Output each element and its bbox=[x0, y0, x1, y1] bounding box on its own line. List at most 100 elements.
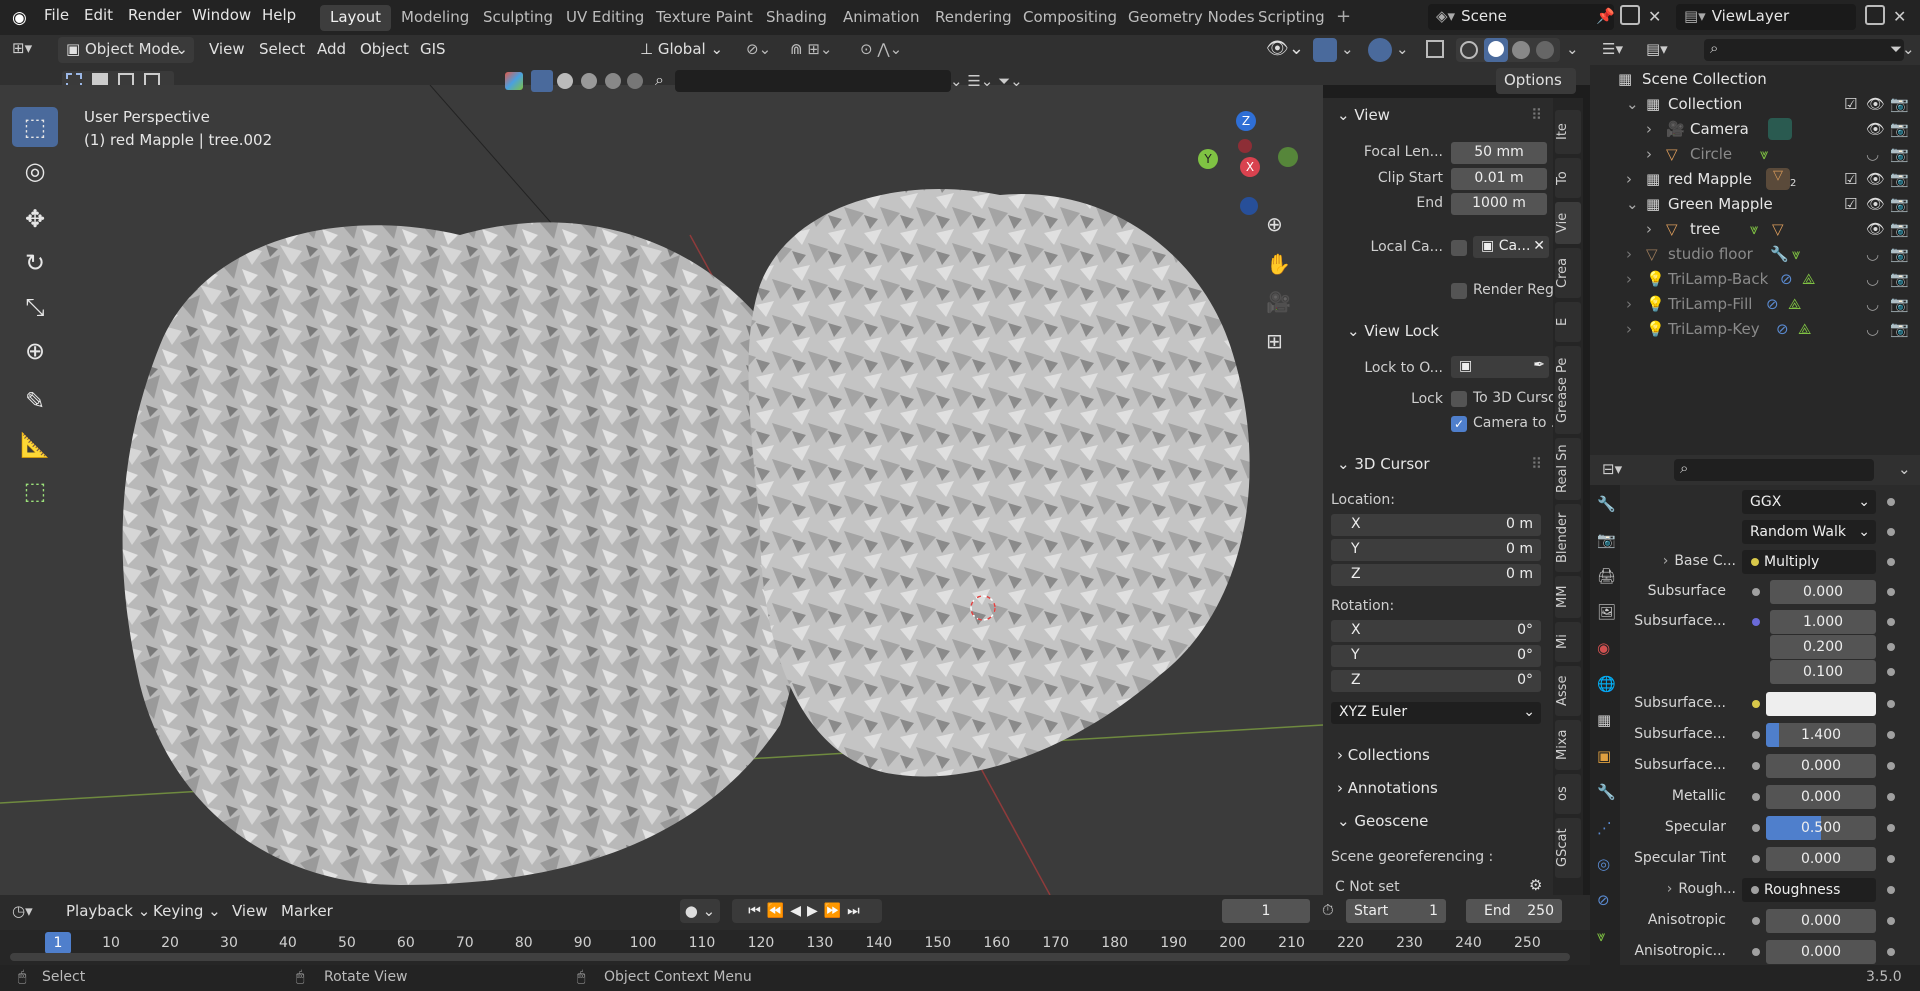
tab-grease-pencil[interactable]: Grease Pe bbox=[1555, 346, 1581, 434]
mesh-data-icon[interactable]: ⩔ bbox=[1750, 220, 1758, 238]
menu-select[interactable]: Select bbox=[259, 40, 305, 58]
menu-file[interactable]: File bbox=[44, 6, 69, 24]
mesh-object-icon[interactable]: ▽ bbox=[1766, 168, 1790, 190]
clip-start-field[interactable]: 0.01 m bbox=[1451, 168, 1547, 190]
to-3d-cursor-checkbox[interactable] bbox=[1451, 391, 1467, 407]
expand-arrow-icon[interactable]: › bbox=[1626, 170, 1632, 188]
current-frame-field[interactable]: 1 bbox=[1222, 899, 1310, 923]
camera-render-icon[interactable]: 📷 bbox=[1890, 170, 1909, 188]
tab-os[interactable]: os bbox=[1555, 774, 1581, 814]
camera-render-icon[interactable]: 📷 bbox=[1890, 320, 1909, 338]
camera-render-icon[interactable]: 📷 bbox=[1890, 220, 1909, 238]
add-cube-tool[interactable]: ⬚ bbox=[12, 471, 58, 511]
specular-tint-field[interactable]: 0.000 bbox=[1766, 847, 1876, 871]
viewlayer-selector[interactable]: ▤▾ ViewLayer bbox=[1676, 4, 1856, 30]
tab-compositing[interactable]: Compositing bbox=[1013, 5, 1127, 31]
physics-tab-icon[interactable]: ◎ bbox=[1597, 855, 1610, 873]
subsurface-color-swatch[interactable] bbox=[1766, 692, 1876, 716]
keyframe-dot[interactable] bbox=[1887, 793, 1895, 801]
solid-icon[interactable] bbox=[531, 70, 553, 92]
anisotropic-field[interactable]: 0.000 bbox=[1766, 909, 1876, 933]
tab-uv-editing[interactable]: UV Editing bbox=[556, 5, 654, 31]
menu-view[interactable]: View bbox=[209, 40, 245, 58]
menu-window[interactable]: Window bbox=[192, 6, 251, 24]
tab-scripting[interactable]: Scripting bbox=[1248, 5, 1335, 31]
outliner-row-circle[interactable]: › ▽ Circle ⩔ ◡ 📷 bbox=[1590, 143, 1920, 168]
expand-arrow-icon[interactable]: › bbox=[1646, 220, 1652, 238]
expand-arrow-icon[interactable]: › bbox=[1626, 295, 1632, 313]
filter-dropdown-icon[interactable]: ⌄ ☰⌄ ⏷⌄ bbox=[950, 72, 1023, 90]
gizmo-toggle-icon[interactable] bbox=[1313, 38, 1337, 62]
cursor-location-y[interactable]: Y 0 m bbox=[1331, 539, 1541, 561]
local-camera-checkbox[interactable] bbox=[1451, 240, 1467, 256]
tab-mixamo[interactable]: Mixa bbox=[1555, 720, 1581, 770]
perspective-toggle-icon[interactable]: ⊞ bbox=[1266, 329, 1283, 353]
pan-hand-icon[interactable]: ✋ bbox=[1266, 252, 1291, 276]
menu-help[interactable]: Help bbox=[262, 6, 296, 24]
solid-shading-icon[interactable] bbox=[1484, 38, 1508, 62]
new-scene-icon[interactable] bbox=[1620, 5, 1640, 25]
tab-create[interactable]: Crea bbox=[1555, 248, 1581, 298]
select-box-tool[interactable]: ⬚ bbox=[12, 107, 58, 147]
delete-viewlayer-icon[interactable]: ✕ bbox=[1893, 7, 1906, 26]
editor-type-icon[interactable]: ☰▾ bbox=[1602, 40, 1623, 58]
gizmo-dropdown-icon[interactable]: ⌄ bbox=[1341, 40, 1354, 58]
roughness-input[interactable]: Roughness bbox=[1742, 878, 1876, 902]
constraints-tab-icon[interactable]: ⊘ bbox=[1597, 891, 1610, 909]
overlay-toggle-icon[interactable] bbox=[1368, 38, 1392, 62]
outliner-row-collection[interactable]: ⌄ ▦ Collection ☑ 👁 📷 bbox=[1590, 93, 1920, 118]
tool-tab-icon[interactable]: 🔧 bbox=[1597, 495, 1616, 513]
eyedropper-icon[interactable]: ✒ bbox=[1533, 357, 1545, 373]
outliner-row-trilamp-back[interactable]: › 💡 TriLamp-Back ⊘ ⟁ ◡ 📷 bbox=[1590, 268, 1920, 293]
subsurface-anisotropy-field[interactable]: 0.000 bbox=[1766, 754, 1876, 778]
keyframe-dot[interactable] bbox=[1887, 700, 1895, 708]
visibility-icon[interactable]: 👁⌄ bbox=[1266, 38, 1304, 59]
clear-icon[interactable]: ✕ bbox=[1533, 238, 1545, 254]
end-frame-field[interactable]: End 250 bbox=[1466, 899, 1562, 923]
tab-modeling[interactable]: Modeling bbox=[391, 5, 479, 31]
chevron-down-icon[interactable]: ⌄ bbox=[1898, 460, 1911, 478]
options-button[interactable]: Options bbox=[1496, 68, 1576, 94]
outliner-row-green-mapple[interactable]: ⌄ ▦ Green Mapple ☑ 👁 📷 bbox=[1590, 193, 1920, 218]
new-viewlayer-icon[interactable] bbox=[1865, 5, 1885, 25]
navigation-gizmo[interactable]: Z Y X bbox=[1198, 111, 1298, 215]
cursor-rotation-z[interactable]: Z 0° bbox=[1331, 670, 1541, 692]
mesh-data-icon[interactable]: ⩔ bbox=[1792, 245, 1800, 263]
keyframe-dot[interactable] bbox=[1887, 528, 1895, 536]
transform-orientation-dropdown[interactable]: ⊥ Global ⌄ bbox=[640, 40, 723, 58]
tab-geometry-nodes[interactable]: Geometry Nodes bbox=[1118, 5, 1265, 31]
pivot-icon[interactable]: ⊘⌄ bbox=[746, 40, 771, 58]
collections-header[interactable]: › Collections bbox=[1337, 746, 1430, 764]
tab-rendering[interactable]: Rendering bbox=[925, 5, 1022, 31]
scale-tool[interactable]: ⤡ bbox=[12, 287, 58, 327]
scene-selector[interactable]: ◈▾ Scene bbox=[1428, 4, 1614, 30]
mode-dropdown[interactable]: ▣ Object Mode ⌄ bbox=[58, 37, 194, 63]
shading-color-icon[interactable] bbox=[505, 72, 523, 90]
constraint-icon[interactable]: ⊘ bbox=[1766, 295, 1779, 313]
subsurface-ior-field[interactable]: 1.400 bbox=[1766, 723, 1876, 747]
anisotropic-rotation-field[interactable]: 0.000 bbox=[1766, 940, 1876, 964]
gizmo-neg-y[interactable] bbox=[1278, 147, 1298, 167]
keyframe-dot[interactable] bbox=[1887, 762, 1895, 770]
tab-blender[interactable]: Blender bbox=[1555, 504, 1581, 572]
cursor-location-x[interactable]: X 0 m bbox=[1331, 514, 1541, 536]
tab-asset[interactable]: Asse bbox=[1555, 666, 1581, 716]
tab-animation[interactable]: Animation bbox=[833, 5, 929, 31]
camera-render-icon[interactable]: 📷 bbox=[1890, 270, 1909, 288]
light-data-icon[interactable]: ⟁ bbox=[1788, 295, 1801, 313]
checkbox-icon[interactable]: ☑ bbox=[1844, 170, 1857, 188]
local-camera-field[interactable]: ▣ Ca... ✕ bbox=[1473, 236, 1549, 258]
keyframe-dot[interactable] bbox=[1887, 948, 1895, 956]
camera-render-icon[interactable]: 📷 bbox=[1890, 295, 1909, 313]
checkbox-icon[interactable]: ☑ bbox=[1844, 95, 1857, 113]
tab-shading[interactable]: Shading bbox=[756, 5, 837, 31]
display-mode-icon[interactable]: ▤▾ bbox=[1646, 40, 1668, 58]
base-color-label[interactable]: › Base C... bbox=[1650, 553, 1736, 569]
rotation-mode-dropdown[interactable]: XYZ Euler ⌄ bbox=[1331, 702, 1541, 724]
cursor-rotation-y[interactable]: Y 0° bbox=[1331, 645, 1541, 667]
xray-icon[interactable] bbox=[1426, 40, 1444, 58]
tab-edit[interactable]: E bbox=[1555, 302, 1581, 342]
drag-handle-icon[interactable]: ⠿ bbox=[1531, 106, 1542, 124]
eye-closed-icon[interactable]: ◡ bbox=[1866, 245, 1879, 263]
outliner-search-input[interactable]: ⌕ bbox=[1704, 39, 1904, 61]
